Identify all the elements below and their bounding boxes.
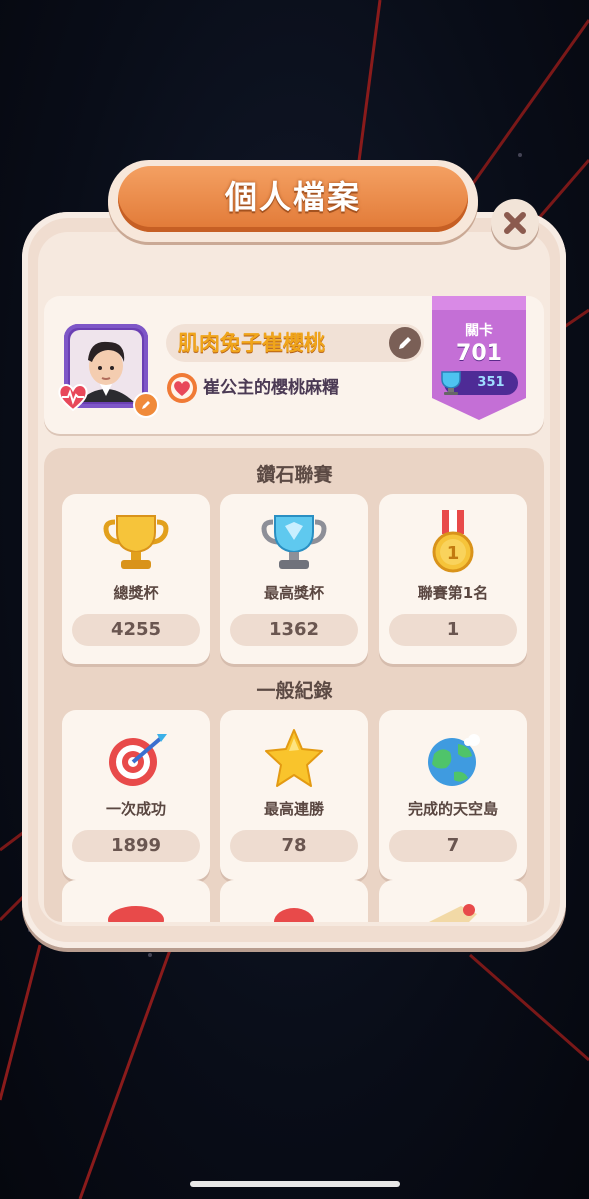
- stat-value: 4255: [110, 619, 162, 640]
- bullseye-icon: [109, 734, 167, 786]
- pencil-icon: [142, 401, 150, 409]
- stat-value: 1362: [268, 619, 320, 640]
- svg-text:1: 1: [447, 543, 460, 564]
- close-icon: [504, 212, 526, 234]
- trophy-icon: [441, 371, 461, 395]
- stat-card-win-streak[interactable]: 最高連勝 78: [220, 710, 368, 880]
- pencil-icon: [399, 337, 411, 349]
- stat-label: 最高獎杯: [263, 584, 324, 602]
- player-name: 肌肉兔子崔櫻桃: [178, 331, 325, 355]
- stat-card-partial[interactable]: [220, 880, 368, 922]
- first-place-medal-icon: 1: [432, 510, 474, 573]
- stat-value: 7: [446, 835, 460, 856]
- general-records-title: 一般紀錄: [256, 680, 333, 702]
- avatar-edit-button[interactable]: [133, 392, 159, 418]
- home-indicator: [190, 1181, 400, 1187]
- page-title: 個人檔案: [224, 178, 361, 216]
- stat-label: 一次成功: [105, 800, 166, 818]
- stat-label: 聯賽第1名: [417, 584, 489, 602]
- diamond-league-title: 鑽石聯賽: [256, 464, 333, 486]
- heartbeat-icon: [58, 384, 88, 412]
- planet-icon: [428, 734, 480, 786]
- stat-card-partial[interactable]: [379, 880, 527, 922]
- stat-label: 總獎杯: [113, 584, 159, 602]
- heart-icon: [274, 908, 314, 922]
- stat-card-highest-trophies[interactable]: 最高獎杯 1362: [220, 494, 368, 664]
- team-name: 崔公主的櫻桃麻糬: [203, 378, 339, 398]
- stat-label: 最高連勝: [263, 800, 324, 818]
- star-icon: [265, 729, 323, 787]
- stat-card-partial[interactable]: [62, 880, 210, 922]
- stat-value: 1899: [110, 835, 162, 856]
- gold-trophy-icon: [103, 515, 169, 569]
- stat-card-total-trophies[interactable]: 總獎杯 4255: [62, 494, 210, 664]
- stat-label: 完成的天空島: [407, 800, 498, 818]
- team-heart-icon: [167, 373, 197, 403]
- stat-value: 78: [281, 835, 307, 856]
- stat-card-sky-islands[interactable]: 完成的天空島 7: [379, 710, 527, 880]
- heart-icon: [108, 906, 164, 922]
- trophy-count: 351: [477, 375, 505, 390]
- stat-value: 1: [446, 619, 460, 640]
- diamond-trophy-icon: [261, 515, 327, 569]
- level-value: 701: [456, 341, 502, 366]
- stat-card-league-first[interactable]: 1 聯賽第1名 1: [379, 494, 527, 664]
- level-label: 關卡: [465, 323, 493, 339]
- close-button[interactable]: [491, 199, 539, 247]
- envelope-icon: [429, 904, 477, 922]
- stat-card-one-shot[interactable]: 一次成功 1899: [62, 710, 210, 880]
- stats-area[interactable]: 鑽石聯賽 總獎杯 4255 最高獎杯 1362 1 聯賽第1名 1 一般紀錄 一…: [44, 448, 544, 922]
- edit-name-button[interactable]: [389, 327, 421, 359]
